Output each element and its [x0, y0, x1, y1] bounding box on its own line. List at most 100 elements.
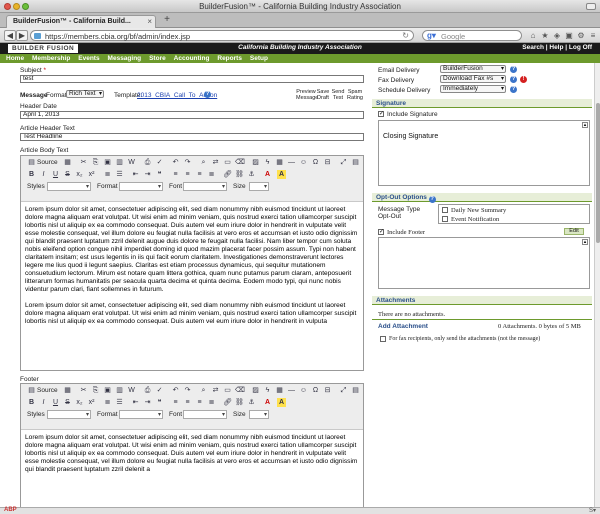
redo-icon[interactable]: ↷: [183, 158, 192, 167]
forward-icon[interactable]: ▶: [16, 30, 28, 41]
footer-horizontal-rule-icon[interactable]: ―: [287, 386, 296, 395]
table-icon[interactable]: ▦: [275, 158, 284, 167]
footer-text-color-icon[interactable]: A: [263, 398, 272, 407]
fax-alert-icon[interactable]: !: [520, 76, 527, 83]
footer-justify-icon[interactable]: ≣: [207, 398, 216, 407]
menu-setup[interactable]: Setup: [250, 54, 268, 63]
menu-messaging[interactable]: Messaging: [108, 54, 142, 63]
footer-paste-word-icon[interactable]: W: [127, 386, 136, 395]
tab-close-icon[interactable]: ×: [147, 17, 152, 26]
page-break-icon[interactable]: ⊟: [323, 158, 332, 167]
send-test-button[interactable]: Send Test: [331, 89, 345, 101]
blockquote-icon[interactable]: ❝: [155, 170, 164, 179]
maximize-icon[interactable]: ⤢: [339, 158, 348, 167]
align-center-icon[interactable]: ≡: [183, 170, 192, 179]
bold-icon[interactable]: B: [27, 170, 36, 179]
menu-accounting[interactable]: Accounting: [174, 54, 210, 63]
spam-rating-button[interactable]: Spam Rating: [346, 89, 364, 101]
signature-expand-icon[interactable]: ▴: [582, 122, 588, 128]
size-select[interactable]: [249, 182, 269, 191]
superscript-icon[interactable]: x²: [87, 170, 96, 179]
footer-styles-select[interactable]: [47, 410, 91, 419]
optout-help-icon[interactable]: ?: [428, 196, 436, 203]
reload-icon[interactable]: ↻: [402, 31, 409, 40]
browser-tab[interactable]: BuilderFusion™ - California Build... ×: [6, 15, 156, 28]
link-icon[interactable]: 🔗︎: [223, 170, 232, 179]
justify-icon[interactable]: ≣: [207, 170, 216, 179]
template-help-icon[interactable]: ?: [204, 91, 211, 98]
scrollbar-thumb[interactable]: [596, 103, 600, 243]
footer-redo-icon[interactable]: ↷: [183, 386, 192, 395]
footer-align-center-icon[interactable]: ≡: [183, 398, 192, 407]
footer-superscript-icon[interactable]: x²: [87, 398, 96, 407]
footer-remove-format-icon[interactable]: ⌫: [235, 386, 245, 395]
event-notification-checkbox[interactable]: [442, 216, 448, 222]
special-char-icon[interactable]: Ω: [311, 158, 320, 167]
footer-find-icon[interactable]: ⌕: [199, 386, 208, 395]
edit-footer-button[interactable]: Edit: [564, 228, 584, 235]
underline-icon[interactable]: U: [51, 170, 60, 179]
select-all-icon[interactable]: ▭: [223, 158, 232, 167]
addon-icon[interactable]: ◈: [552, 31, 562, 40]
footer-align-right-icon[interactable]: ≡: [195, 398, 204, 407]
header-links[interactable]: Search | Help | Log Off: [522, 44, 592, 51]
footer-align-left-icon[interactable]: ≡: [171, 398, 180, 407]
text-color-icon[interactable]: A: [263, 170, 272, 179]
footer-expand-icon[interactable]: ▴: [582, 239, 588, 245]
footer-background-color-icon[interactable]: A: [277, 398, 286, 407]
footer-print-icon[interactable]: ⎙: [143, 386, 152, 395]
italic-icon[interactable]: I: [39, 170, 48, 179]
footer-outdent-icon[interactable]: ⇤: [131, 398, 140, 407]
menu-membership[interactable]: Membership: [32, 54, 70, 63]
new-tab-icon[interactable]: +: [160, 14, 174, 26]
footer-paste-icon[interactable]: ▣: [103, 386, 112, 395]
footer-link-icon[interactable]: 🔗︎: [223, 398, 232, 407]
menu-home[interactable]: Home: [6, 54, 24, 63]
footer-bullet-list-icon[interactable]: ☰: [115, 398, 124, 407]
footer-paste-text-icon[interactable]: ▥: [115, 386, 124, 395]
numbered-list-icon[interactable]: ≣: [103, 170, 112, 179]
preview-message-button[interactable]: Preview Message: [296, 89, 318, 101]
footer-cut-icon[interactable]: ✂: [79, 386, 88, 395]
footer-format-select[interactable]: [119, 410, 163, 419]
format-toolbar-select[interactable]: [119, 182, 163, 191]
footer-italic-icon[interactable]: I: [39, 398, 48, 407]
image-icon[interactable]: ▨: [251, 158, 260, 167]
address-bar[interactable]: https://members.cbia.org/bf/admin/index.…: [30, 30, 414, 41]
footer-maximize-icon[interactable]: ⤢: [339, 386, 348, 395]
home-icon[interactable]: ⌂: [528, 31, 538, 40]
footer-indent-icon[interactable]: ⇥: [143, 398, 152, 407]
footer-bold-icon[interactable]: B: [27, 398, 36, 407]
addon-bar-icon[interactable]: ABP: [4, 507, 17, 513]
styles-select[interactable]: [47, 182, 91, 191]
format-select[interactable]: Rich Text: [66, 90, 104, 98]
remove-format-icon[interactable]: ⌫: [235, 158, 245, 167]
paste-word-icon[interactable]: W: [127, 158, 136, 167]
menu-store[interactable]: Store: [149, 54, 166, 63]
save-draft-button[interactable]: Save Draft: [316, 89, 330, 101]
cut-icon[interactable]: ✂: [79, 158, 88, 167]
strike-icon[interactable]: S: [63, 170, 72, 179]
email-delivery-help-icon[interactable]: ?: [510, 66, 517, 73]
footer-select-all-icon[interactable]: ▭: [223, 386, 232, 395]
background-color-icon[interactable]: A: [277, 170, 286, 179]
footer-underline-icon[interactable]: U: [51, 398, 60, 407]
smiley-icon[interactable]: ☺: [299, 158, 308, 167]
indent-icon[interactable]: ⇥: [143, 170, 152, 179]
extension-icon[interactable]: ▣: [564, 31, 574, 40]
footer-document-icon[interactable]: ▦: [63, 386, 72, 395]
footer-show-blocks-icon[interactable]: ▤: [351, 386, 360, 395]
footer-blockquote-icon[interactable]: ❝: [155, 398, 164, 407]
include-signature-checkbox[interactable]: ✓: [378, 111, 384, 117]
footer-numbered-list-icon[interactable]: ≣: [103, 398, 112, 407]
header-date-input[interactable]: April 1, 2013: [20, 111, 364, 119]
schedule-delivery-select[interactable]: Immediately: [440, 85, 506, 93]
footer-anchor-icon[interactable]: ⚓︎: [247, 398, 256, 407]
subscript-icon[interactable]: x₂: [75, 170, 84, 179]
settings-icon[interactable]: ⚙: [576, 31, 586, 40]
source-button[interactable]: Source: [37, 159, 58, 166]
copy-icon[interactable]: ⎘: [91, 158, 100, 167]
align-right-icon[interactable]: ≡: [195, 170, 204, 179]
daily-summary-checkbox[interactable]: [442, 207, 448, 213]
back-icon[interactable]: ◀: [4, 30, 16, 41]
